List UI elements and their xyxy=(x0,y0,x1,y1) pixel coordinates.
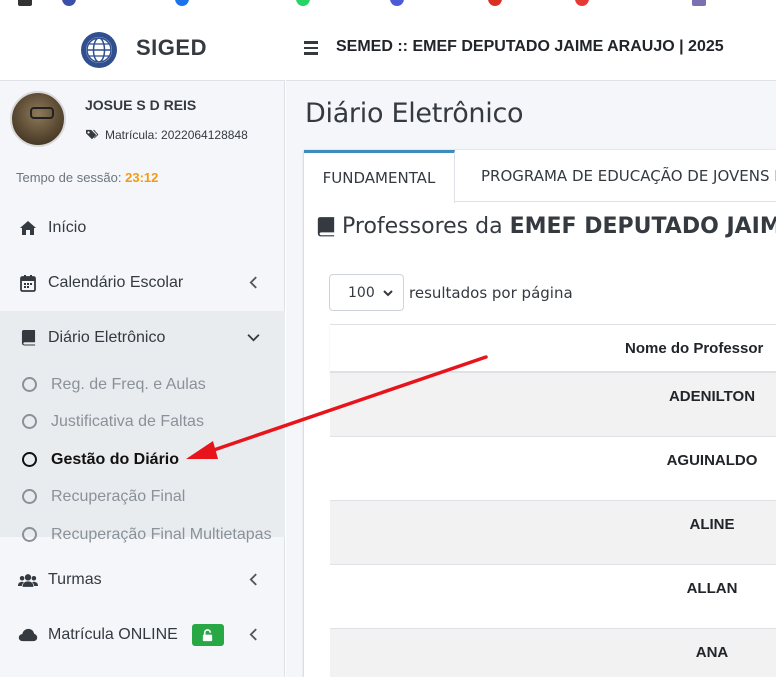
table-row[interactable]: ALLAN xyxy=(330,565,776,629)
table-row[interactable]: ADENILTON xyxy=(330,373,776,437)
unlock-badge xyxy=(191,624,224,646)
circle-icon xyxy=(22,377,37,392)
sidebar-item-label: Calendário Escolar xyxy=(48,274,184,291)
brand-name: SIGED xyxy=(136,35,207,60)
hamburger-menu-icon[interactable] xyxy=(304,41,318,55)
submenu-label: Recuperação Final Multietapas xyxy=(51,525,272,543)
sidebar: SIGED JOSUE S D REIS Matrícula: 20220641… xyxy=(0,17,285,677)
page: SIGED JOSUE S D REIS Matrícula: 20220641… xyxy=(0,0,776,677)
professor-name: ALLAN xyxy=(686,580,738,597)
users-icon xyxy=(18,571,38,589)
submenu-item-gestao-diario[interactable]: Gestão do Diário xyxy=(0,441,285,478)
top-navbar: SEMED :: EMEF DEPUTADO JAIME ARAUJO | 20… xyxy=(286,17,776,81)
professor-name: ALINE xyxy=(689,516,735,533)
table-row[interactable]: AGUINALDO xyxy=(330,437,776,501)
page-title: Diário Eletrônico xyxy=(305,98,524,129)
calendar-icon xyxy=(18,274,38,292)
chevron-left-icon xyxy=(245,571,261,587)
bookmark-icon[interactable] xyxy=(18,0,32,6)
professor-name: ANA xyxy=(695,644,729,661)
session-time: 23:12 xyxy=(125,170,159,185)
submenu-item-reg-freq[interactable]: Reg. de Freq. e Aulas xyxy=(0,366,285,403)
chevron-down-icon xyxy=(383,290,393,297)
tabs-bar: FUNDAMENTAL PROGRAMA DE EDUCAÇÃO DE JOVE… xyxy=(304,150,776,203)
bookmark-icon[interactable] xyxy=(575,0,589,6)
page-size-value: 100 xyxy=(348,284,375,301)
content-card: FUNDAMENTAL PROGRAMA DE EDUCAÇÃO DE JOVE… xyxy=(304,150,776,677)
submenu-label: Recuperação Final xyxy=(51,487,186,505)
globe-logo-icon xyxy=(81,32,117,68)
table-body: ADENILTON AGUINALDO ALINE ALLAN ANA xyxy=(330,373,776,677)
avatar[interactable] xyxy=(10,91,66,147)
submenu-item-recuperacao-final[interactable]: Recuperação Final xyxy=(0,478,285,515)
tab-label: FUNDAMENTAL xyxy=(322,169,436,187)
column-header-nome[interactable]: Nome do Professor xyxy=(625,340,763,357)
bookmark-icon[interactable] xyxy=(62,0,76,6)
tags-icon xyxy=(86,129,99,140)
sidebar-item-matricula-online[interactable]: Matrícula ONLINE xyxy=(0,613,285,657)
submenu-item-justificativa[interactable]: Justificativa de Faltas xyxy=(0,403,285,440)
submenu-label: Gestão do Diário xyxy=(51,450,180,468)
table-header: Nome do Professor xyxy=(330,325,776,373)
professors-table: Nome do Professor ADENILTON AGUINALDO AL… xyxy=(330,324,776,677)
session-label: Tempo de sessão: xyxy=(16,170,122,185)
browser-bookmarks-bar xyxy=(0,0,776,6)
tab-label: PROGRAMA DE EDUCAÇÃO DE JOVENS E xyxy=(481,167,776,185)
tab-eja[interactable]: PROGRAMA DE EDUCAÇÃO DE JOVENS E xyxy=(481,150,776,202)
sidebar-item-calendario[interactable]: Calendário Escolar xyxy=(0,261,285,305)
table-row[interactable]: ALINE xyxy=(330,501,776,565)
sidebar-item-label: Turmas xyxy=(48,571,102,588)
professor-name: ADENILTON xyxy=(668,388,756,405)
home-icon xyxy=(18,219,38,237)
sidebar-item-inicio[interactable]: Início xyxy=(0,206,285,250)
page-size-label: resultados por página xyxy=(409,283,573,302)
heading-school-name: EMEF DEPUTADO JAIME A xyxy=(509,214,776,239)
user-registration: Matrícula: 2022064128848 xyxy=(85,128,248,142)
sidebar-item-label: Diário Eletrônico xyxy=(48,328,166,346)
submenu-label: Justificativa de Faltas xyxy=(51,412,204,430)
chevron-left-icon xyxy=(245,274,261,290)
table-row[interactable]: ANA xyxy=(330,629,776,677)
chevron-down-icon xyxy=(245,329,261,345)
page-size-select[interactable]: 100 xyxy=(329,274,404,311)
bookmark-icon[interactable] xyxy=(390,0,404,6)
submenu-label: Reg. de Freq. e Aulas xyxy=(51,375,206,393)
card-heading: Professores da EMEF DEPUTADO JAIME A xyxy=(316,214,776,239)
session-timer: Tempo de sessão: 23:12 xyxy=(16,170,158,185)
user-panel: JOSUE S D REIS Matrícula: 2022064128848 xyxy=(0,81,285,165)
header-title: SEMED :: EMEF DEPUTADO JAIME ARAUJO | 20… xyxy=(336,38,724,55)
chevron-left-icon xyxy=(245,626,261,642)
bookmark-icon[interactable] xyxy=(296,0,310,6)
tab-fundamental[interactable]: FUNDAMENTAL xyxy=(304,150,455,203)
brand-link[interactable]: SIGED xyxy=(0,17,285,81)
submenu-item-recuperacao-multietapas[interactable]: Recuperação Final Multietapas xyxy=(0,516,285,553)
book-icon xyxy=(18,329,38,347)
bookmark-icon[interactable] xyxy=(692,0,706,6)
unlock-icon xyxy=(203,628,213,641)
circle-icon xyxy=(22,527,37,542)
page-length-control: 100 resultados por página xyxy=(329,274,573,311)
circle-icon xyxy=(22,489,37,504)
cloud-icon xyxy=(18,626,38,644)
bookmark-icon[interactable] xyxy=(175,0,189,6)
professor-name: AGUINALDO xyxy=(666,452,758,469)
book-icon xyxy=(317,217,335,237)
heading-prefix: Professores da xyxy=(342,214,503,239)
sidebar-item-label: Início xyxy=(48,219,87,236)
sidebar-item-label: Matrícula ONLINE xyxy=(48,626,178,643)
bookmark-icon[interactable] xyxy=(488,0,502,6)
main-content: Diário Eletrônico FUNDAMENTAL PROGRAMA D… xyxy=(286,81,776,677)
sidebar-item-turmas[interactable]: Turmas xyxy=(0,558,285,602)
circle-icon xyxy=(22,414,37,429)
registration-text: Matrícula: 2022064128848 xyxy=(105,128,248,142)
user-name[interactable]: JOSUE S D REIS xyxy=(85,97,196,113)
circle-icon xyxy=(22,452,37,467)
